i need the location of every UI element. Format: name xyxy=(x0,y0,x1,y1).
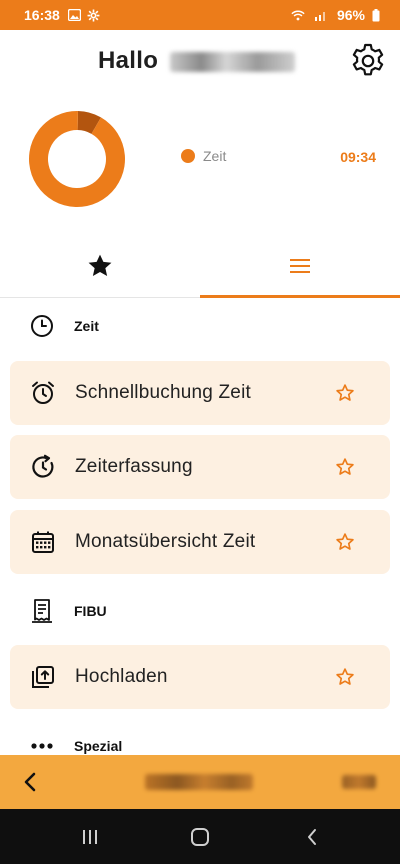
image-notification-icon xyxy=(68,8,82,22)
section-label: FIBU xyxy=(74,603,107,619)
settings-notification-icon xyxy=(87,8,101,22)
favorite-star-icon[interactable] xyxy=(334,382,356,404)
gear-icon[interactable] xyxy=(349,42,387,80)
battery-icon xyxy=(369,8,383,22)
redacted-context-name xyxy=(145,774,253,790)
legend-label: Zeit xyxy=(203,148,227,164)
legend-dot xyxy=(181,149,195,163)
redacted-user-name xyxy=(170,52,295,72)
tab-favorites[interactable] xyxy=(0,240,200,297)
receipt-icon xyxy=(29,598,55,624)
greeting-text: Hallo xyxy=(98,47,159,74)
upload-icon xyxy=(30,664,56,690)
battery-percent: 96% xyxy=(336,7,365,23)
card-zeiterfassung[interactable]: Zeiterfassung xyxy=(10,435,390,499)
system-navigation-bar xyxy=(0,809,400,864)
bottom-context-bar xyxy=(0,755,400,809)
time-donut-chart xyxy=(28,110,126,208)
donut-slice-1 xyxy=(29,111,126,207)
status-bar: 16:38 96% xyxy=(0,0,400,30)
status-time: 16:38 xyxy=(24,7,60,23)
header: Hallo xyxy=(0,30,400,92)
menu-icon xyxy=(289,258,311,279)
star-icon xyxy=(86,252,114,285)
chart-legend: Zeit xyxy=(181,148,226,164)
recent-apps-icon[interactable] xyxy=(77,824,103,850)
alarm-clock-icon xyxy=(30,380,56,406)
redacted-context-value xyxy=(342,775,376,789)
card-label: Monatsübersicht Zeit xyxy=(75,531,256,552)
section-header-fibu: FIBU xyxy=(0,596,400,626)
wifi-icon xyxy=(291,8,305,22)
card-schnellbuchung-zeit[interactable]: Schnellbuchung Zeit xyxy=(10,361,390,425)
back-chevron-icon[interactable] xyxy=(18,769,42,795)
favorite-star-icon[interactable] xyxy=(334,666,356,688)
legend-value: 09:34 xyxy=(340,149,376,165)
tab-all-functions[interactable] xyxy=(200,240,400,298)
card-label: Zeiterfassung xyxy=(75,456,193,477)
home-icon[interactable] xyxy=(187,824,213,850)
signal-icon xyxy=(314,8,328,22)
tab-bar xyxy=(0,240,400,298)
timer-refresh-icon xyxy=(30,454,56,480)
back-icon[interactable] xyxy=(299,824,325,850)
calendar-icon xyxy=(30,529,56,555)
active-tab-indicator xyxy=(200,295,400,298)
section-label: Spezial xyxy=(74,738,123,754)
card-monatsuebersicht-zeit[interactable]: Monatsübersicht Zeit xyxy=(10,510,390,574)
card-label: Schnellbuchung Zeit xyxy=(75,382,251,403)
favorite-star-icon[interactable] xyxy=(334,531,356,553)
section-header-zeit: Zeit xyxy=(0,311,400,341)
card-label: Hochladen xyxy=(75,666,168,687)
clock-icon xyxy=(29,313,55,339)
favorite-star-icon[interactable] xyxy=(334,456,356,478)
section-label: Zeit xyxy=(74,318,99,334)
card-hochladen[interactable]: Hochladen xyxy=(10,645,390,709)
